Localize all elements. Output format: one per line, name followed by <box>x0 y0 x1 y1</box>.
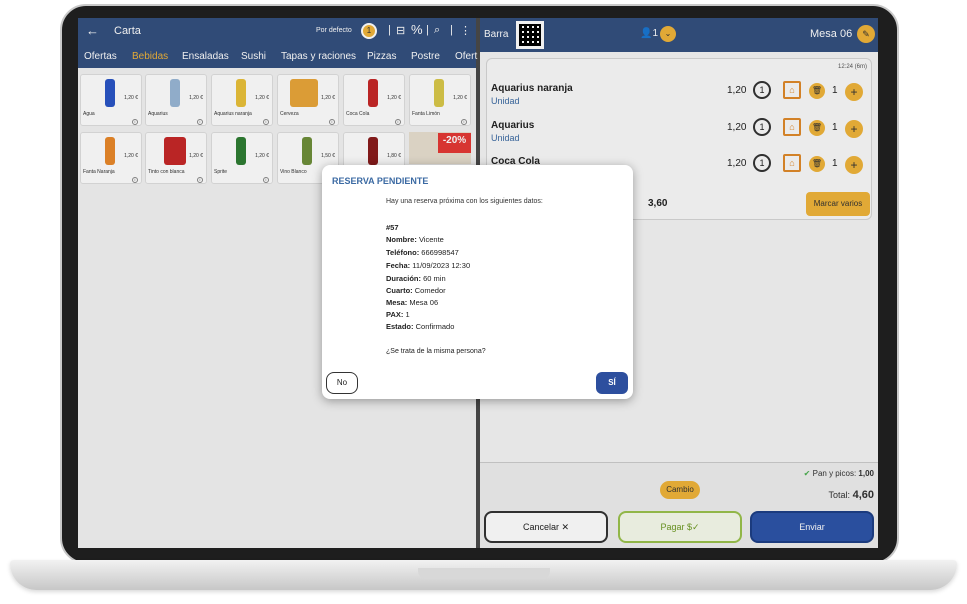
dialog-title: RESERVA PENDIENTE <box>332 176 429 186</box>
yes-button[interactable]: SÍ <box>596 372 628 394</box>
app-screen: ← Carta Por defecto 1 | ⊟ % | ⌕ | ⋮ Ofer… <box>78 18 878 548</box>
field-cuarto: Cuarto: Comedor <box>386 286 446 295</box>
field-value: Comedor <box>414 286 446 295</box>
no-button[interactable]: No <box>326 372 358 394</box>
field-estado: Estado: Confirmado <box>386 322 454 331</box>
field-label: PAX: <box>386 310 404 319</box>
field-label: Duración: <box>386 274 422 283</box>
dialog-intro: Hay una reserva próxima con los siguient… <box>386 198 543 205</box>
field-nombre: Nombre: Vicente <box>386 235 444 244</box>
field-pax: PAX: 1 <box>386 310 410 319</box>
field-mesa: Mesa: Mesa 06 <box>386 298 438 307</box>
field-fecha: Fecha: 11/09/2023 12:30 <box>386 261 470 270</box>
field-label: Teléfono: <box>386 248 420 257</box>
field-value: Mesa 06 <box>409 298 439 307</box>
field-label: Mesa: <box>386 298 408 307</box>
field-value: 60 min <box>423 274 446 283</box>
laptop-notch <box>418 568 550 579</box>
field-label: Nombre: <box>386 235 417 244</box>
reservation-dialog: RESERVA PENDIENTE Hay una reserva próxim… <box>322 165 633 399</box>
field-label: Fecha: <box>386 261 411 270</box>
field-value: Vicente <box>418 235 444 244</box>
field-telefono: Teléfono: 666998547 <box>386 248 459 257</box>
reservation-id: #57 <box>386 223 399 232</box>
field-value: 666998547 <box>421 248 459 257</box>
dialog-question: ¿Se trata de la misma persona? <box>386 348 486 355</box>
field-label: Estado: <box>386 322 414 331</box>
field-label: Cuarto: <box>386 286 413 295</box>
field-duracion: Duración: 60 min <box>386 274 446 283</box>
field-value: 1 <box>405 310 410 319</box>
field-value: Confirmado <box>415 322 455 331</box>
field-value: 11/09/2023 12:30 <box>412 261 471 270</box>
